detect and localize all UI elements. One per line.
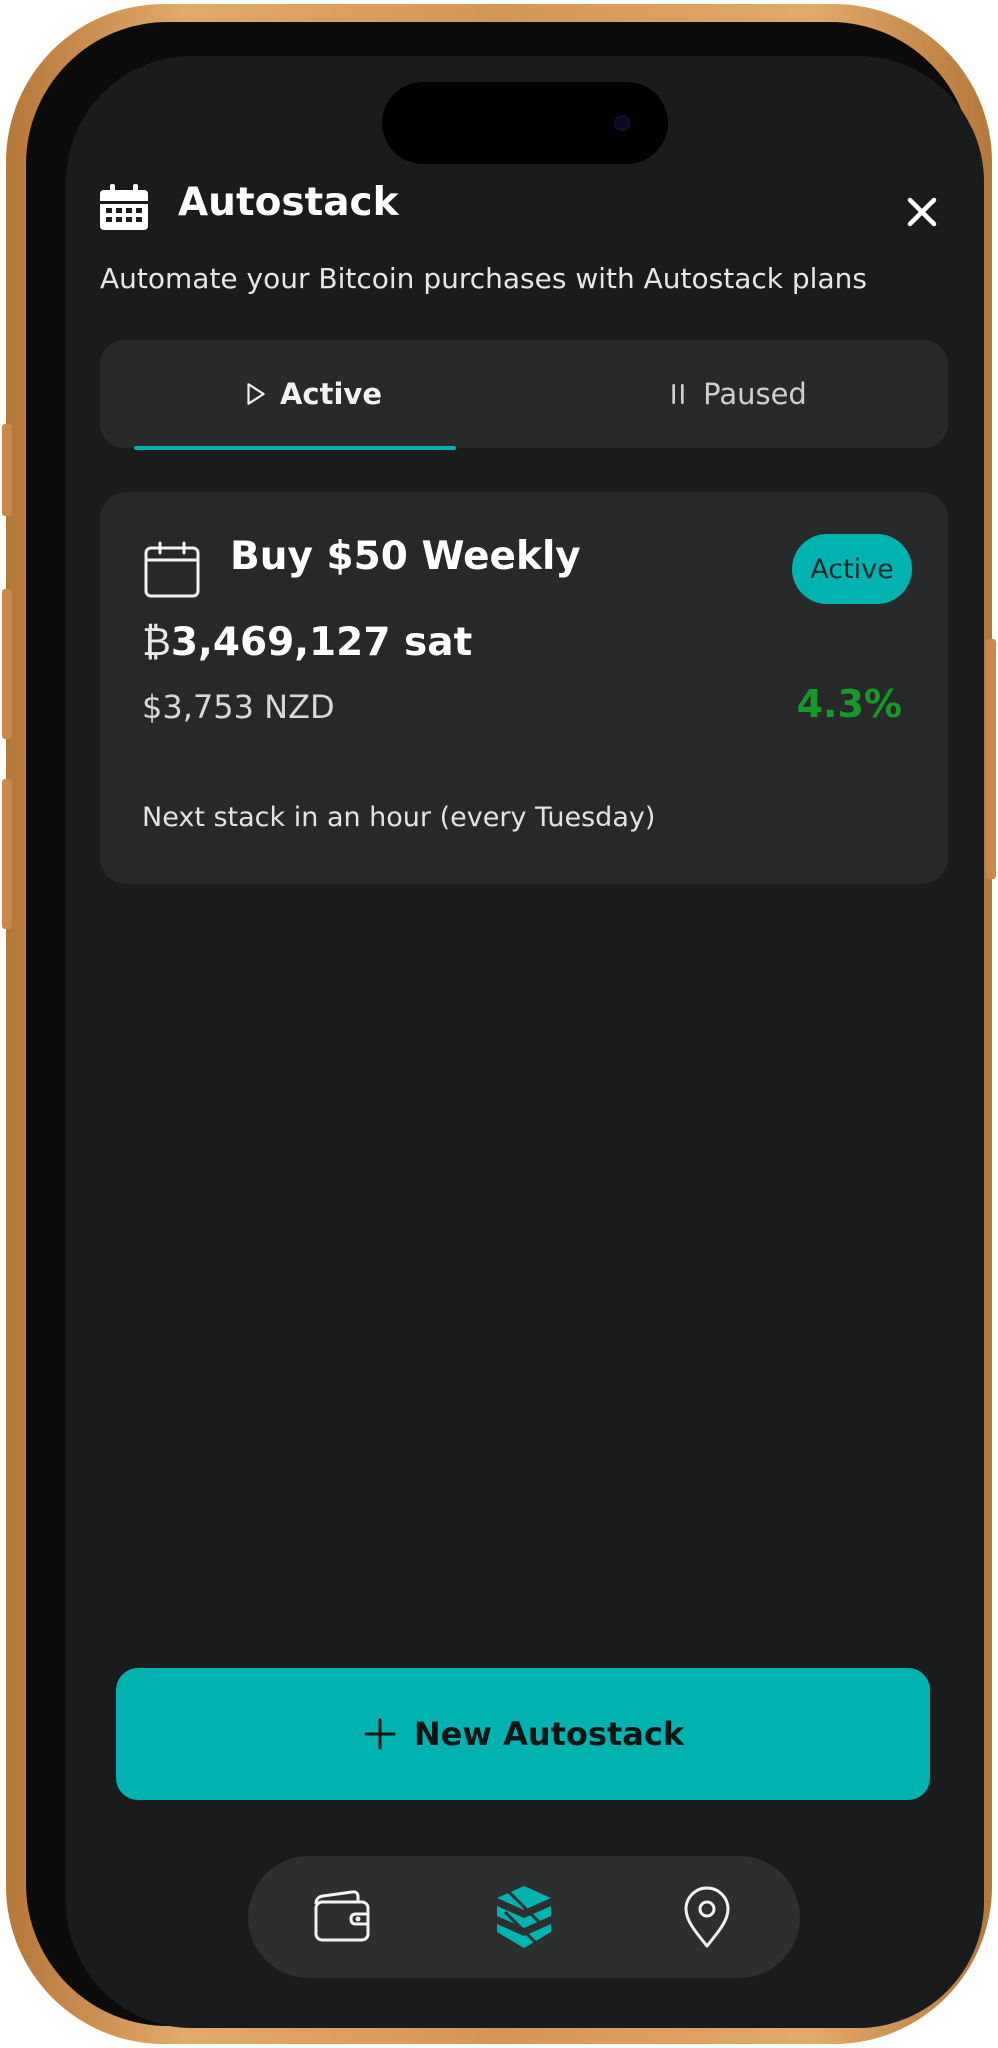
tab-active-indicator (134, 446, 456, 450)
page-title: Autostack (178, 180, 399, 225)
status-badge: Active (792, 534, 912, 604)
volume-down-button (2, 779, 12, 929)
location-pin-icon[interactable] (674, 1884, 740, 1950)
sats-amount: 3,469,127 sat (170, 620, 473, 665)
plan-title: Buy $50 Weekly (230, 534, 581, 579)
tab-active-label: Active (279, 377, 382, 411)
camera-icon (614, 115, 630, 131)
dynamic-island (382, 82, 668, 164)
percent-change: 4.3% (796, 682, 902, 726)
calendar-icon (100, 184, 148, 230)
close-icon[interactable] (898, 188, 946, 236)
calendar-icon (142, 540, 202, 600)
power-button (986, 639, 996, 879)
stack-logo-icon[interactable] (491, 1884, 557, 1950)
volume-up-button (2, 589, 12, 739)
phone-frame: Autostack Automate your Bitcoin purchase… (2, 4, 996, 2044)
next-stack-text: Next stack in an hour (every Tuesday) (142, 802, 656, 833)
play-icon (247, 383, 265, 405)
tab-paused-label: Paused (703, 377, 807, 411)
action-button (2, 424, 12, 516)
autostack-plan-card[interactable]: Buy $50 Weekly Active ₿3,469,127 sat $3,… (100, 492, 948, 884)
page-subtitle: Automate your Bitcoin purchases with Aut… (100, 262, 867, 295)
new-autostack-button[interactable]: New Autostack (116, 1668, 930, 1800)
fiat-value: $3,753 NZD (142, 688, 335, 726)
new-autostack-label: New Autostack (413, 1715, 685, 1753)
wallet-icon[interactable] (308, 1884, 374, 1950)
sats-balance: ₿3,469,127 sat (142, 620, 472, 665)
bitcoin-symbol: ₿ (142, 620, 171, 665)
tab-active[interactable]: Active (100, 340, 524, 448)
pause-icon (672, 383, 684, 405)
screen: Autostack Automate your Bitcoin purchase… (66, 56, 984, 2028)
tab-paused[interactable]: Paused (524, 340, 948, 448)
bottom-nav (248, 1856, 800, 1978)
plus-icon (364, 1718, 396, 1750)
status-tabs: Active Paused (100, 340, 948, 448)
bezel: Autostack Automate your Bitcoin purchase… (26, 22, 984, 2028)
